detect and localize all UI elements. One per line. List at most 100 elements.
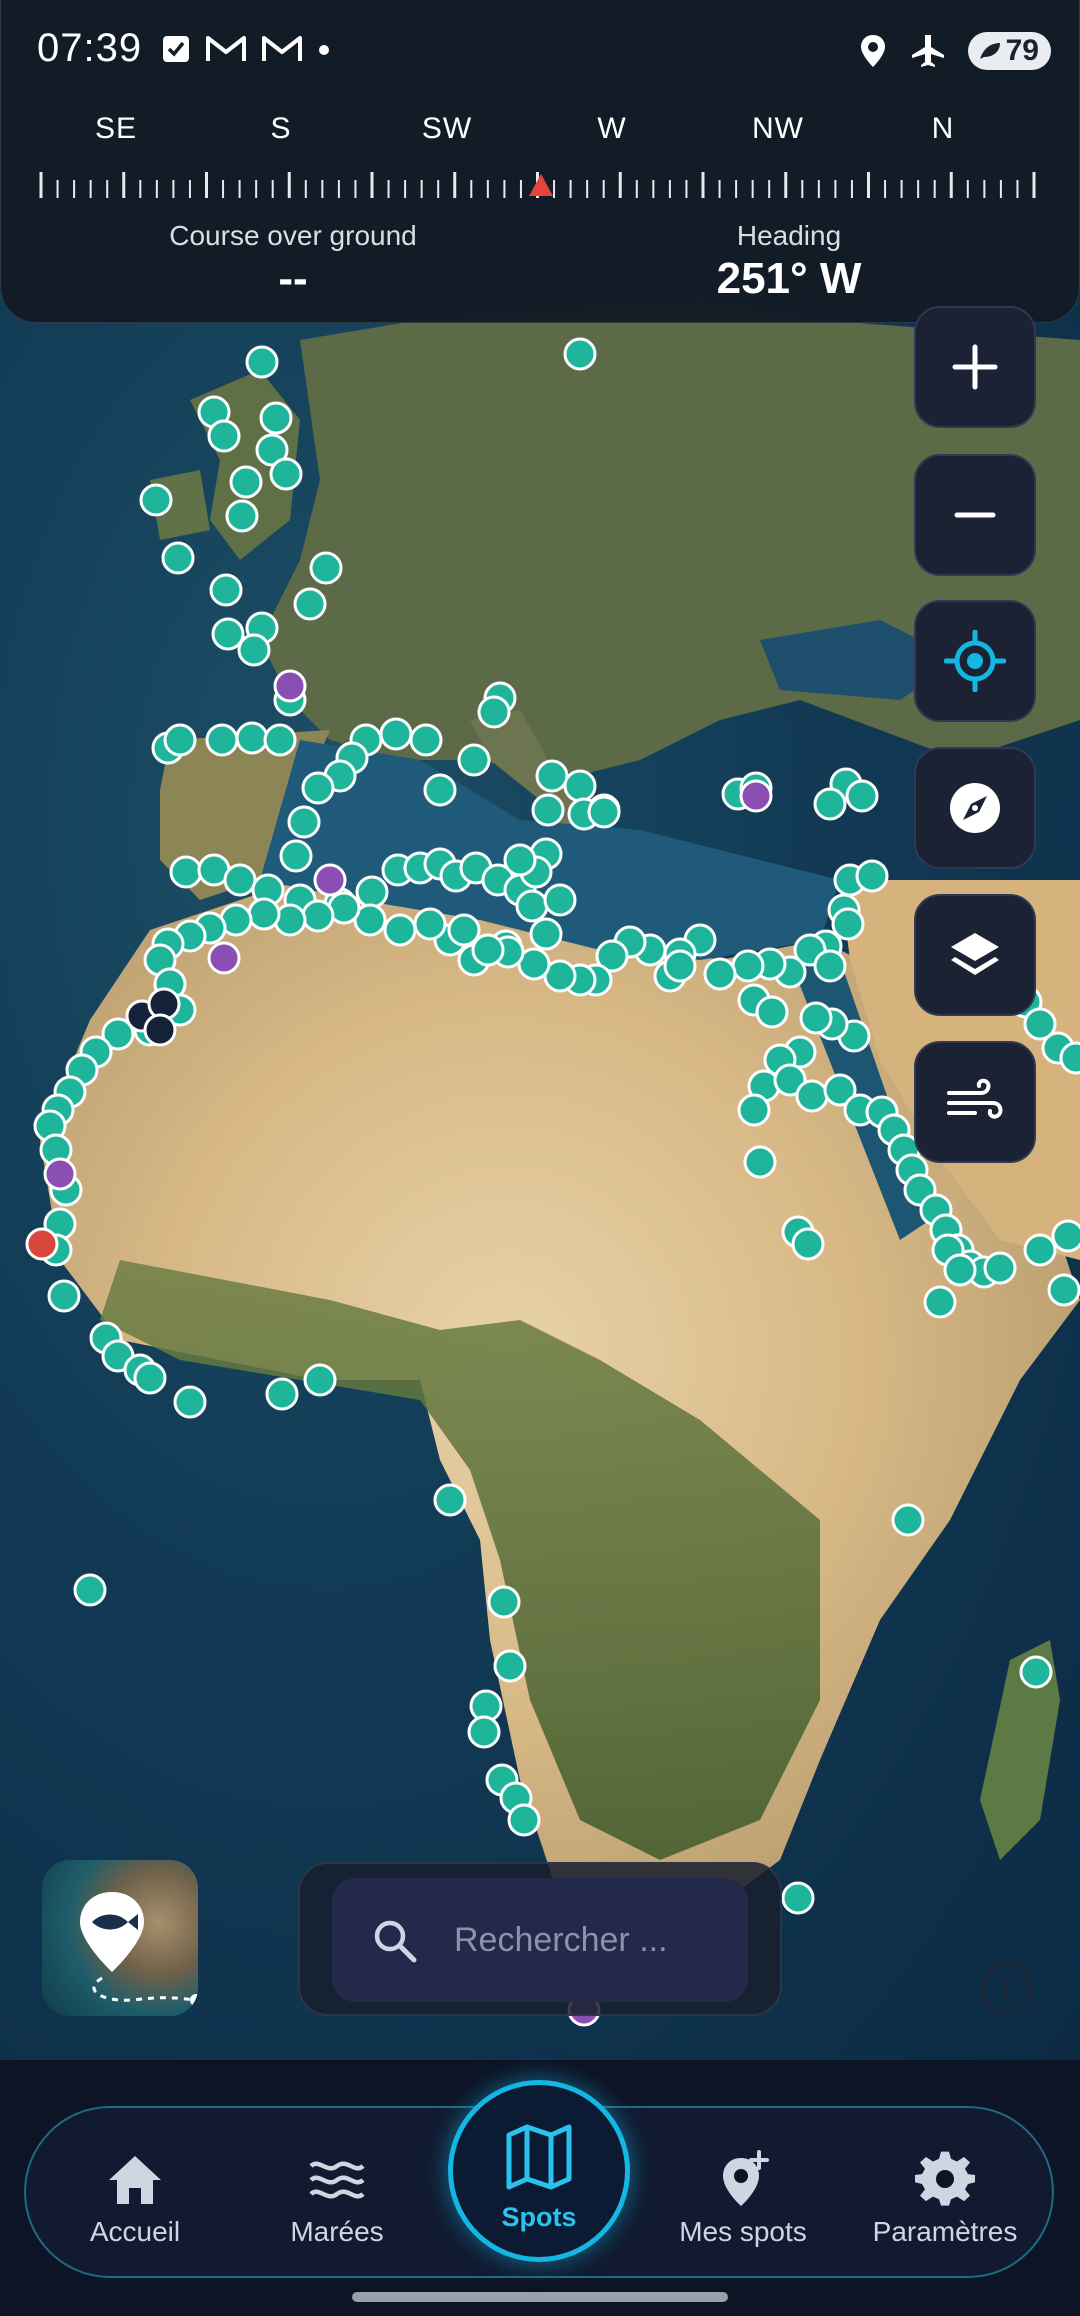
spot-marker[interactable] xyxy=(245,345,279,379)
spot-marker[interactable] xyxy=(447,913,481,947)
spot-marker[interactable] xyxy=(247,897,281,931)
spot-marker[interactable] xyxy=(1059,1041,1080,1075)
spot-marker[interactable] xyxy=(791,1227,825,1261)
spot-marker[interactable] xyxy=(457,743,491,777)
spot-marker[interactable] xyxy=(209,573,243,607)
spot-marker[interactable] xyxy=(781,1881,815,1915)
wind-button[interactable] xyxy=(914,1041,1036,1163)
search-field[interactable] xyxy=(332,1878,748,2002)
spot-marker-purple[interactable] xyxy=(207,941,241,975)
spot-marker[interactable] xyxy=(355,875,389,909)
spot-marker[interactable] xyxy=(379,717,413,751)
spot-marker-red[interactable] xyxy=(25,1227,59,1261)
spot-marker[interactable] xyxy=(503,843,537,877)
spot-marker[interactable] xyxy=(943,1253,977,1287)
spot-marker[interactable] xyxy=(467,1715,501,1749)
spot-marker[interactable] xyxy=(303,1363,337,1397)
spot-marker[interactable] xyxy=(223,863,257,897)
spot-marker[interactable] xyxy=(293,587,327,621)
spot-marker-navy[interactable] xyxy=(143,1013,177,1047)
spot-marker[interactable] xyxy=(743,1145,777,1179)
spot-marker[interactable] xyxy=(259,401,293,435)
spot-marker[interactable] xyxy=(73,1573,107,1607)
spot-marker[interactable] xyxy=(235,721,269,755)
info-icon[interactable] xyxy=(978,1960,1034,2016)
spot-marker[interactable] xyxy=(663,949,697,983)
spot-marker[interactable] xyxy=(1023,1233,1057,1267)
nav-item-spots[interactable] xyxy=(448,2080,630,2262)
spot-marker[interactable] xyxy=(173,1385,207,1419)
spot-marker[interactable] xyxy=(237,633,271,667)
spot-marker[interactable] xyxy=(983,1251,1017,1285)
spot-marker[interactable] xyxy=(309,551,343,585)
spot-marker[interactable] xyxy=(423,773,457,807)
spot-marker[interactable] xyxy=(161,541,195,575)
spot-marker[interactable] xyxy=(383,913,417,947)
spot-marker[interactable] xyxy=(409,723,443,757)
my-location-button[interactable] xyxy=(914,600,1036,722)
spot-marker[interactable] xyxy=(229,465,263,499)
app-logo-tile[interactable] xyxy=(42,1860,198,2016)
spot-marker[interactable] xyxy=(279,839,313,873)
spot-marker[interactable] xyxy=(1047,1273,1080,1307)
spot-marker-purple[interactable] xyxy=(273,669,307,703)
search-input[interactable] xyxy=(452,1919,716,1961)
spot-marker[interactable] xyxy=(845,779,879,813)
spot-marker[interactable] xyxy=(731,949,765,983)
nav-item-mes-spots[interactable]: Mes spots xyxy=(658,2150,828,2248)
spot-marker[interactable] xyxy=(831,907,865,941)
spot-marker[interactable] xyxy=(813,787,847,821)
spot-marker[interactable] xyxy=(1051,1219,1080,1253)
spot-marker[interactable] xyxy=(535,759,569,793)
spot-marker[interactable] xyxy=(703,957,737,991)
spot-marker[interactable] xyxy=(205,723,239,757)
spot-marker[interactable] xyxy=(923,1285,957,1319)
compass-mode-button[interactable] xyxy=(914,747,1036,869)
spot-marker[interactable] xyxy=(813,949,847,983)
spot-marker[interactable] xyxy=(795,1079,829,1113)
spot-marker[interactable] xyxy=(563,337,597,371)
spot-marker[interactable] xyxy=(47,1279,81,1313)
spot-marker[interactable] xyxy=(207,419,241,453)
spot-marker[interactable] xyxy=(301,899,335,933)
spot-marker-purple[interactable] xyxy=(43,1157,77,1191)
spot-marker[interactable] xyxy=(301,771,335,805)
spot-marker[interactable] xyxy=(413,907,447,941)
spot-marker[interactable] xyxy=(755,995,789,1029)
spot-marker[interactable] xyxy=(543,883,577,917)
spot-marker[interactable] xyxy=(587,795,621,829)
spot-marker[interactable] xyxy=(529,917,563,951)
spot-marker[interactable] xyxy=(265,1377,299,1411)
spot-marker[interactable] xyxy=(799,1001,833,1035)
spot-marker[interactable] xyxy=(563,769,597,803)
spot-marker[interactable] xyxy=(1019,1655,1053,1689)
zoom-in-button[interactable] xyxy=(914,306,1036,428)
spot-marker[interactable] xyxy=(891,1503,925,1537)
spot-marker-purple[interactable] xyxy=(739,779,773,813)
spot-marker[interactable] xyxy=(487,1585,521,1619)
spot-marker[interactable] xyxy=(493,1649,527,1683)
spot-marker[interactable] xyxy=(169,855,203,889)
spot-marker[interactable] xyxy=(133,1361,167,1395)
spot-marker[interactable] xyxy=(163,723,197,757)
spot-marker[interactable] xyxy=(471,933,505,967)
nav-item-parametres[interactable]: Paramètres xyxy=(860,2150,1030,2248)
spot-marker[interactable] xyxy=(263,723,297,757)
spot-marker-purple[interactable] xyxy=(313,863,347,897)
spot-marker[interactable] xyxy=(433,1483,467,1517)
direction-nw: NW xyxy=(752,112,804,145)
spot-marker[interactable] xyxy=(507,1803,541,1837)
layers-button[interactable] xyxy=(914,894,1036,1016)
spot-marker[interactable] xyxy=(225,499,259,533)
zoom-out-button[interactable] xyxy=(914,454,1036,576)
spot-marker[interactable] xyxy=(737,1093,771,1127)
nav-item-accueil[interactable]: Accueil xyxy=(50,2150,220,2248)
spot-marker[interactable] xyxy=(477,695,511,729)
spot-marker[interactable] xyxy=(515,889,549,923)
spot-marker[interactable] xyxy=(531,793,565,827)
spot-marker[interactable] xyxy=(269,457,303,491)
spot-marker[interactable] xyxy=(139,483,173,517)
nav-item-marees[interactable]: Marées xyxy=(252,2150,422,2248)
spot-marker[interactable] xyxy=(287,805,321,839)
spot-marker[interactable] xyxy=(855,859,889,893)
